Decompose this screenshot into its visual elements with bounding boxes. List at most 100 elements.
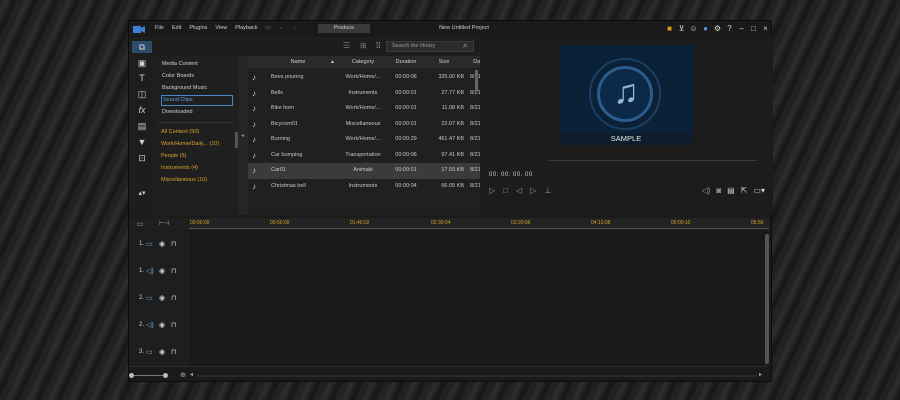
subtitle-room-icon[interactable]: ⊡	[135, 152, 149, 164]
visibility-icon[interactable]: ◉	[159, 321, 165, 329]
options-icon[interactable]: ⁞⁞	[376, 41, 380, 50]
collapse-arrow-icon[interactable]: ◂	[241, 132, 244, 139]
visibility-icon[interactable]: ◉	[159, 240, 165, 248]
title-room-icon[interactable]: T	[135, 72, 149, 84]
lock-icon[interactable]: ⊓	[171, 294, 176, 302]
menu-plugins[interactable]: Plugins	[189, 25, 207, 31]
track-header[interactable]: 1. ▭ ◉ ⊓	[129, 231, 189, 259]
fx-room-icon[interactable]: fx	[135, 104, 149, 116]
audio-track-icon[interactable]: ◁)	[146, 267, 154, 275]
close-icon[interactable]: ×	[761, 24, 770, 33]
play-icon[interactable]: ▷	[489, 186, 495, 195]
camera-icon[interactable]: ◙	[716, 186, 721, 195]
table-row[interactable]: ♪ Bees pouring Work/Home/... 00:00:06 325.00…	[248, 70, 480, 86]
pip-room-icon[interactable]: ▤	[135, 120, 149, 132]
category-sound-clips[interactable]: Sound Clips	[161, 95, 233, 106]
next-frame-icon[interactable]: ▷	[530, 186, 536, 195]
media-room-icon[interactable]: ⧉	[132, 41, 152, 53]
subcategory-work-home[interactable]: Work/Home/Daily... (10)	[161, 141, 219, 147]
table-row[interactable]: ♪ Burning Work/Home/... 00:00:29 461.47 KB 8/…	[248, 132, 480, 148]
table-scrollbar[interactable]	[475, 70, 478, 92]
timeline-scrollbar[interactable]	[765, 234, 769, 364]
gift-icon[interactable]: ■	[665, 24, 674, 33]
video-track-icon[interactable]: ▭	[146, 294, 153, 302]
redo-icon[interactable]: →	[292, 25, 298, 31]
table-row[interactable]: ♪ Christmas bell Instruments 00:00:04 66.05 …	[248, 179, 480, 195]
subcategory-people[interactable]: People (5)	[161, 153, 186, 159]
track-lane[interactable]	[189, 258, 767, 286]
produce-button[interactable]: Produce	[318, 24, 370, 33]
lock-icon[interactable]: ⊓	[171, 240, 176, 248]
fit-icon[interactable]: ⊢⊣	[159, 220, 169, 227]
maximize-icon[interactable]: □	[749, 24, 758, 33]
category-media-content[interactable]: Media Content	[161, 59, 233, 70]
grid-view-icon[interactable]: ⊞	[360, 41, 367, 50]
notification-icon[interactable]: ●	[701, 24, 710, 33]
settings-icon[interactable]: ⚙	[713, 24, 722, 33]
table-row[interactable]: ♪ Bicycom01 Miscellaneous 00:00:01 22.07 KB 8…	[248, 117, 480, 133]
account-icon[interactable]: ☺	[689, 24, 698, 33]
subtitle-toggle-icon[interactable]: ▤	[727, 186, 735, 195]
menu-view[interactable]: View	[215, 25, 227, 31]
menu-playback[interactable]: Playback	[235, 25, 257, 31]
scroll-rooms-icon[interactable]: ▴▾	[135, 188, 149, 200]
visibility-icon[interactable]: ◉	[159, 267, 165, 275]
particle-room-icon[interactable]: ▼	[135, 136, 149, 148]
track-lane[interactable]	[189, 339, 767, 367]
visibility-icon[interactable]: ◉	[159, 348, 165, 356]
horizontal-scrollbar[interactable]	[197, 375, 757, 377]
category-scrollbar[interactable]	[235, 132, 238, 148]
panel-collapse-handle[interactable]: ◂	[239, 56, 248, 215]
previous-frame-icon[interactable]: ◁	[516, 186, 522, 195]
undo-icon[interactable]: ←	[279, 25, 285, 31]
table-row[interactable]: ♪ Car bumping Transportation 00:00:06 97.41 …	[248, 148, 480, 164]
audio-track-icon[interactable]: ◁)	[146, 321, 154, 329]
effects-room-icon[interactable]: ▣	[135, 57, 149, 69]
scroll-right-icon[interactable]: ▸	[759, 371, 762, 378]
zoom-knob[interactable]	[163, 373, 168, 378]
stop-icon[interactable]: □	[503, 186, 508, 195]
transition-room-icon[interactable]: ◫	[135, 88, 149, 100]
minimize-icon[interactable]: –	[737, 24, 746, 33]
zoom-slider[interactable]	[129, 373, 168, 378]
category-background-music[interactable]: Background Music	[161, 83, 233, 94]
timecode-display[interactable]: 00: 00: 00. 00	[489, 172, 533, 178]
menu-file[interactable]: File	[155, 25, 164, 31]
subcategory-miscellaneous[interactable]: Miscellaneous (10)	[161, 177, 207, 183]
zoom-in-icon[interactable]: ⊕	[180, 371, 186, 379]
track-lane[interactable]	[189, 312, 767, 340]
undock-icon[interactable]: ⇱	[741, 186, 748, 195]
track-lane[interactable]	[189, 285, 767, 313]
menu-edit[interactable]: Edit	[172, 25, 181, 31]
col-date[interactable]: Date	[464, 56, 480, 68]
preview-seekbar[interactable]	[549, 160, 757, 161]
lock-icon[interactable]: ⊓	[171, 321, 176, 329]
snapshot-icon[interactable]: ⊥	[544, 186, 551, 195]
track-manager-icon[interactable]: ▭	[137, 220, 144, 228]
track-header[interactable]: 1. ◁) ◉ ⊓	[129, 258, 189, 286]
save-icon[interactable]: ▭	[266, 25, 271, 31]
visibility-icon[interactable]: ◉	[159, 294, 165, 302]
track-header[interactable]: 2. ▭ ◉ ⊓	[129, 285, 189, 313]
col-duration[interactable]: Duration	[388, 56, 424, 68]
zoom-min-knob[interactable]	[129, 373, 134, 378]
list-view-icon[interactable]: ☰	[343, 41, 350, 50]
subcategory-instruments[interactable]: Instruments (4)	[161, 165, 198, 171]
timeline-ruler[interactable]: 00:00:00 00:50:00 01:40:02 02:30:04 03:2…	[189, 218, 769, 230]
quality-icon[interactable]: ▭▾	[753, 186, 765, 195]
table-row[interactable]: ♪ Car01 Animals 00:00:01 17.59 KB 8/21/2	[248, 163, 480, 179]
category-downloaded[interactable]: Downloaded	[161, 107, 233, 118]
track-header[interactable]: 3. ▭ ◉ ⊓	[129, 339, 189, 367]
track-header[interactable]: 2. ◁) ◉ ⊓	[129, 312, 189, 340]
col-name[interactable]: Name	[268, 56, 328, 68]
volume-icon[interactable]: ◁)	[701, 186, 710, 195]
help-icon[interactable]: ?	[725, 24, 734, 33]
lock-icon[interactable]: ⊓	[171, 348, 176, 356]
table-row[interactable]: ♪BellsInstruments00:00:0127.77 KB8/21/2	[248, 86, 480, 102]
col-category[interactable]: Category	[338, 56, 388, 68]
video-track-icon[interactable]: ▭	[146, 348, 153, 356]
cart-icon[interactable]: ⊻	[677, 24, 686, 33]
search-icon[interactable]: ⌕	[463, 41, 467, 51]
table-row[interactable]: ♪ Bike horn Work/Home/... 00:00:01 11.08 KB 8…	[248, 101, 480, 117]
subcategory-all[interactable]: All Content (50)	[161, 129, 199, 135]
